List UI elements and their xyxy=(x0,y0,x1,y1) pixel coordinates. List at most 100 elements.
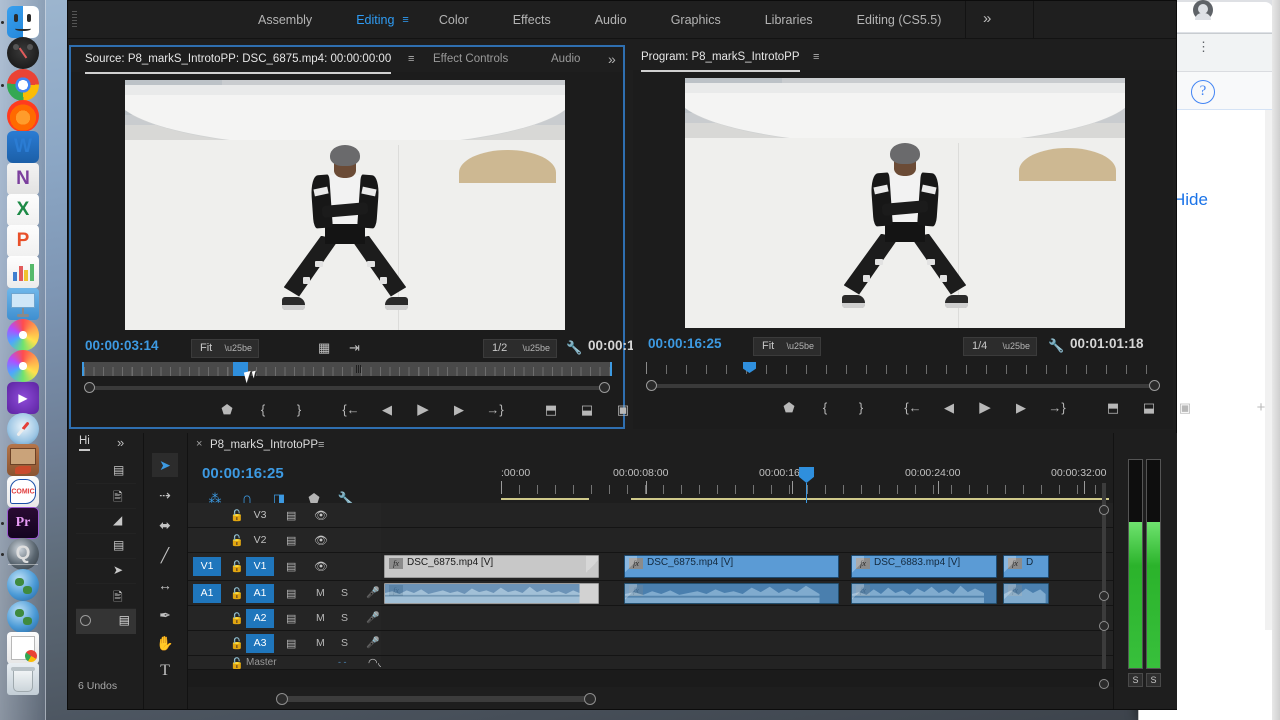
dock-icon-finder[interactable] xyxy=(7,6,39,38)
solo-button-a3[interactable]: S xyxy=(341,637,348,649)
track-header-v1[interactable]: V1 🔓 V1 ▤ 👁 xyxy=(188,553,381,580)
source-fit-dropdown[interactable]: Fit \u25be xyxy=(191,339,259,358)
settings-filmstrip-icon[interactable]: ▦ xyxy=(318,340,330,356)
microphone-icon[interactable]: 🎤 xyxy=(366,636,380,649)
zoom-knob-right[interactable] xyxy=(584,693,596,705)
dock-icon-firefox[interactable] xyxy=(7,99,39,132)
sync-lock-icon[interactable]: ▤ xyxy=(286,560,296,573)
program-resolution-dropdown[interactable]: 1/4 \u25be xyxy=(963,337,1037,356)
transition-handle[interactable] xyxy=(1004,556,1016,577)
dock-icon-numbers[interactable] xyxy=(7,256,39,289)
mute-button-a2[interactable]: M xyxy=(316,612,325,624)
workspace-tab-effects[interactable]: Effects xyxy=(491,1,573,39)
dock-icon-google-chrome[interactable] xyxy=(7,68,39,101)
dock-icon-internet-globe-2[interactable] xyxy=(7,600,39,633)
transition-handle[interactable] xyxy=(625,556,637,577)
sync-lock-icon[interactable]: ▤ xyxy=(286,587,296,600)
track-header-a2[interactable]: 🔓 A2 ▤ M S 🎤 xyxy=(188,606,381,630)
mute-button-a1[interactable]: M xyxy=(316,587,325,599)
tab-effect-controls[interactable]: Effect Controls xyxy=(433,47,508,72)
insert-button[interactable]: ⬒ xyxy=(540,400,562,420)
source-patch-v1[interactable]: V1 xyxy=(193,557,221,576)
transition-handle[interactable] xyxy=(586,556,598,577)
slip-tool[interactable]: ↔ xyxy=(152,573,178,597)
zoom-knob-right[interactable] xyxy=(599,382,610,393)
drag-audio-video-icon[interactable]: ⇥ xyxy=(349,340,360,356)
workarea-bar-segment[interactable] xyxy=(631,498,1109,500)
clip-video-3[interactable]: fx DSC_6883.mp4 [V] xyxy=(851,555,997,578)
close-icon[interactable]: × xyxy=(196,438,202,450)
extract-button[interactable]: ⬓ xyxy=(1138,398,1160,418)
dock-icon-internet-globe-1[interactable] xyxy=(7,569,39,602)
track-header-v2[interactable]: 🔓 V2 ▤ 👁 xyxy=(188,528,381,552)
dock-icon-keynote[interactable] xyxy=(7,287,39,320)
mark-out-button[interactable]: } xyxy=(288,400,310,420)
export-frame-button[interactable]: ▣ xyxy=(612,400,634,420)
track-body-v3[interactable] xyxy=(381,503,1113,527)
button-editor-button[interactable]: + xyxy=(1250,398,1272,418)
step-back-button[interactable]: ◀ xyxy=(376,400,398,420)
dock-icon-imovie[interactable]: ▶ xyxy=(7,381,39,414)
list-item[interactable]: ▤ xyxy=(76,459,136,484)
go-to-out-button[interactable]: →} xyxy=(1046,398,1068,418)
workspace-tab-assembly[interactable]: Assembly xyxy=(236,1,334,39)
list-item[interactable]: ▤ xyxy=(76,534,136,559)
tab-source[interactable]: Source: P8_markS_IntrotoPP: DSC_6875.mp4… xyxy=(85,47,392,74)
add-marker-button[interactable]: ⬟ xyxy=(216,400,238,420)
solo-button-a2[interactable]: S xyxy=(341,612,348,624)
browser-scrollbar[interactable] xyxy=(1265,110,1272,630)
scroll-knob-top[interactable] xyxy=(1099,505,1109,515)
timeline-horizontal-scrollbar[interactable] xyxy=(276,693,596,705)
workspace-tab-graphics[interactable]: Graphics xyxy=(649,1,743,39)
step-back-button[interactable]: ◀ xyxy=(938,398,960,418)
scroll-knob-mid2[interactable] xyxy=(1099,621,1109,631)
panel-drag-handle[interactable] xyxy=(72,11,77,29)
track-header-v3[interactable]: 🔓 V3 ▤ 👁 xyxy=(188,503,381,527)
play-stop-button[interactable]: ▶ xyxy=(974,398,996,418)
hide-link[interactable]: Hide xyxy=(1173,190,1208,210)
source-patch-a1[interactable]: A1 xyxy=(193,584,221,603)
source-zoom-scrollbar[interactable] xyxy=(84,382,610,393)
lock-icon[interactable]: 🔓 xyxy=(230,560,244,573)
tab-audio-clip-mixer[interactable]: Audio xyxy=(551,47,580,72)
program-fit-dropdown[interactable]: Fit \u25be xyxy=(753,337,821,356)
solo-button-left[interactable]: S xyxy=(1128,673,1143,687)
dock-icon-microsoft-word[interactable]: W xyxy=(7,131,39,164)
solo-button-right[interactable]: S xyxy=(1146,673,1161,687)
macos-dock[interactable]: W N X P ▶ COMIC Pr Q xyxy=(0,0,46,720)
sync-lock-icon[interactable]: ▤ xyxy=(286,509,296,522)
history-overflow-icon[interactable]: » xyxy=(117,435,124,450)
track-header-master[interactable]: 🔓 Master - - ◠◡ xyxy=(188,656,387,669)
sync-lock-icon[interactable]: ▤ xyxy=(286,534,296,547)
dock-icon-garageband[interactable] xyxy=(7,444,39,477)
transition-handle[interactable] xyxy=(852,556,864,577)
list-item[interactable]: ➤ xyxy=(76,559,136,584)
track-body-a3[interactable] xyxy=(381,631,1113,655)
dock-icon-safari[interactable] xyxy=(7,412,39,445)
track-body-a1[interactable]: fx fx xyxy=(381,581,1113,605)
zoom-knob-right[interactable] xyxy=(1149,380,1160,391)
export-frame-button[interactable]: ▣ xyxy=(1174,398,1196,418)
lift-button[interactable]: ⬒ xyxy=(1102,398,1124,418)
track-select-forward-tool[interactable]: ⇢ xyxy=(152,483,178,507)
help-icon[interactable]: ? xyxy=(1191,80,1215,104)
pen-tool[interactable]: ✒ xyxy=(152,603,178,627)
dock-icon-downloads-stack[interactable] xyxy=(7,632,39,664)
eye-icon[interactable]: 👁 xyxy=(314,534,328,547)
workspace-tab-editing-cs55[interactable]: Editing (CS5.5) xyxy=(835,1,964,39)
mark-in-button[interactable]: { xyxy=(814,398,836,418)
track-name-a2[interactable]: A2 xyxy=(246,609,274,628)
dock-icon-dashboard[interactable] xyxy=(7,37,39,70)
hand-tool[interactable]: ✋ xyxy=(152,631,178,655)
track-name-a3[interactable]: A3 xyxy=(246,634,274,653)
track-name-v2[interactable]: V2 xyxy=(246,531,274,550)
clip-audio-4[interactable]: fx xyxy=(1003,583,1049,604)
clip-video-2[interactable]: fx DSC_6875.mp4 [V] xyxy=(624,555,839,578)
audio-meter-frame[interactable]: S S xyxy=(1128,459,1162,687)
audio-meter-right[interactable] xyxy=(1146,459,1161,669)
timeline-vertical-scrollbar[interactable] xyxy=(1099,473,1109,689)
lock-icon[interactable]: 🔓 xyxy=(230,657,244,669)
source-video-frame[interactable] xyxy=(125,80,565,330)
transition-handle[interactable] xyxy=(625,584,637,603)
tab-history[interactable]: Hi xyxy=(79,435,90,451)
